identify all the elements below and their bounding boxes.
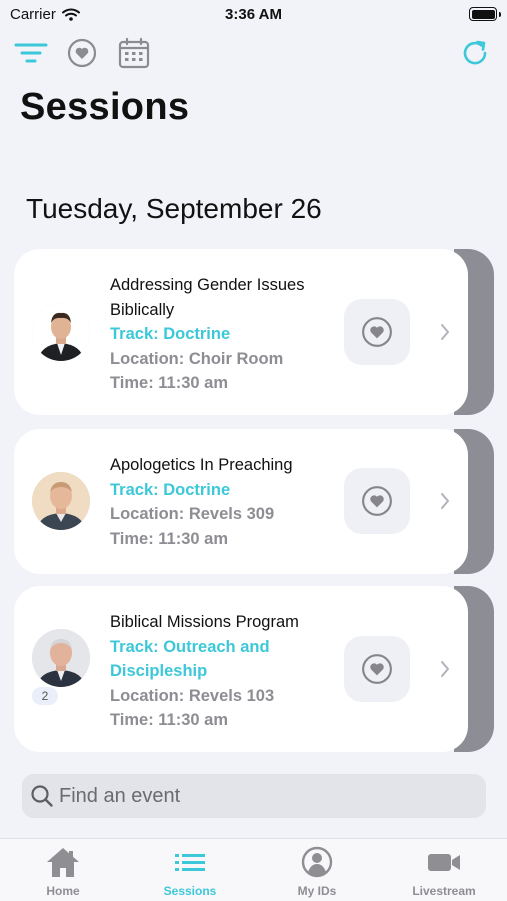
page-title: Sessions [20, 86, 190, 128]
session-location: Location: Choir Room [110, 349, 284, 368]
heart-circle-icon [362, 654, 392, 684]
session-detail-link[interactable] [436, 322, 454, 342]
chevron-right-icon [441, 661, 449, 677]
tab-my-ids[interactable]: My IDs [254, 839, 380, 901]
favorite-button[interactable] [344, 299, 410, 365]
filter-icon [14, 43, 48, 63]
speaker-avatar [32, 629, 90, 687]
video-camera-icon [428, 854, 460, 871]
card-body: 2 Biblical Missions Program Track: Outre… [14, 586, 468, 752]
calendar-icon [118, 37, 150, 69]
session-info: Addressing Gender Issues Biblically Trac… [110, 273, 335, 396]
home-icon [47, 848, 79, 877]
search-placeholder: Find an event [59, 785, 181, 807]
calendar-button[interactable] [117, 36, 151, 70]
status-bar: Carrier 3:36 AM [0, 0, 507, 30]
tab-livestream[interactable]: Livestream [381, 839, 507, 901]
session-time: Time: 11:30 am [110, 374, 229, 392]
search-icon [31, 785, 53, 807]
filter-button[interactable] [14, 36, 48, 70]
session-info: Apologetics In Preaching Track: Doctrine… [110, 453, 335, 551]
list-icon [175, 854, 205, 871]
search-field[interactable]: Find an event [22, 774, 486, 818]
heart-circle-icon [67, 38, 97, 68]
tab-home[interactable]: Home [0, 839, 126, 901]
session-title: Apologetics In Preaching [110, 456, 293, 474]
speaker-avatar [32, 303, 90, 361]
session-location: Location: Revels 103 [110, 686, 275, 705]
tab-sessions[interactable]: Sessions [127, 839, 253, 901]
session-time: Time: 11:30 am [110, 529, 229, 548]
chevron-right-icon [441, 493, 449, 509]
session-title: Addressing Gender Issues Biblically [110, 276, 305, 319]
session-track: Track: Outreach and Discipleship [110, 637, 270, 681]
tab-label: Livestream [412, 884, 476, 898]
session-card[interactable]: Apologetics In Preaching Track: Doctrine… [14, 429, 494, 574]
chevron-right-icon [441, 324, 449, 340]
session-track: Track: Doctrine [110, 480, 231, 499]
tab-label: Sessions [163, 884, 217, 898]
session-card[interactable]: 2 Biblical Missions Program Track: Outre… [14, 586, 494, 752]
speaker-count-badge: 2 [32, 687, 58, 705]
heart-circle-icon [362, 486, 392, 516]
card-body: Apologetics In Preaching Track: Doctrine… [14, 429, 468, 574]
session-time: Time: 11:30 am [110, 711, 229, 729]
session-detail-link[interactable] [436, 491, 454, 511]
favorite-button[interactable] [344, 636, 410, 702]
favorite-button[interactable] [344, 468, 410, 534]
person-circle-icon [301, 846, 333, 878]
status-time: 3:36 AM [225, 6, 282, 23]
session-title: Biblical Missions Program [110, 613, 299, 631]
session-location: Location: Revels 309 [110, 505, 275, 523]
speaker-avatar [32, 472, 90, 530]
favorites-button[interactable] [65, 36, 99, 70]
tab-label: My IDs [297, 884, 337, 898]
refresh-icon [463, 40, 487, 65]
date-heading: Tuesday, September 26 [26, 193, 322, 224]
battery-icon [469, 7, 501, 21]
refresh-button[interactable] [458, 36, 492, 70]
session-info: Biblical Missions Program Track: Outreac… [110, 610, 335, 733]
heart-circle-icon [362, 317, 392, 347]
tab-label: Home [46, 884, 80, 898]
session-card[interactable]: Addressing Gender Issues Biblically Trac… [14, 249, 494, 415]
session-detail-link[interactable] [436, 659, 454, 679]
session-track: Track: Doctrine [110, 325, 231, 343]
tab-bar: Home Sessions My IDs Livestream [0, 838, 507, 901]
card-body: Addressing Gender Issues Biblically Trac… [14, 249, 468, 415]
